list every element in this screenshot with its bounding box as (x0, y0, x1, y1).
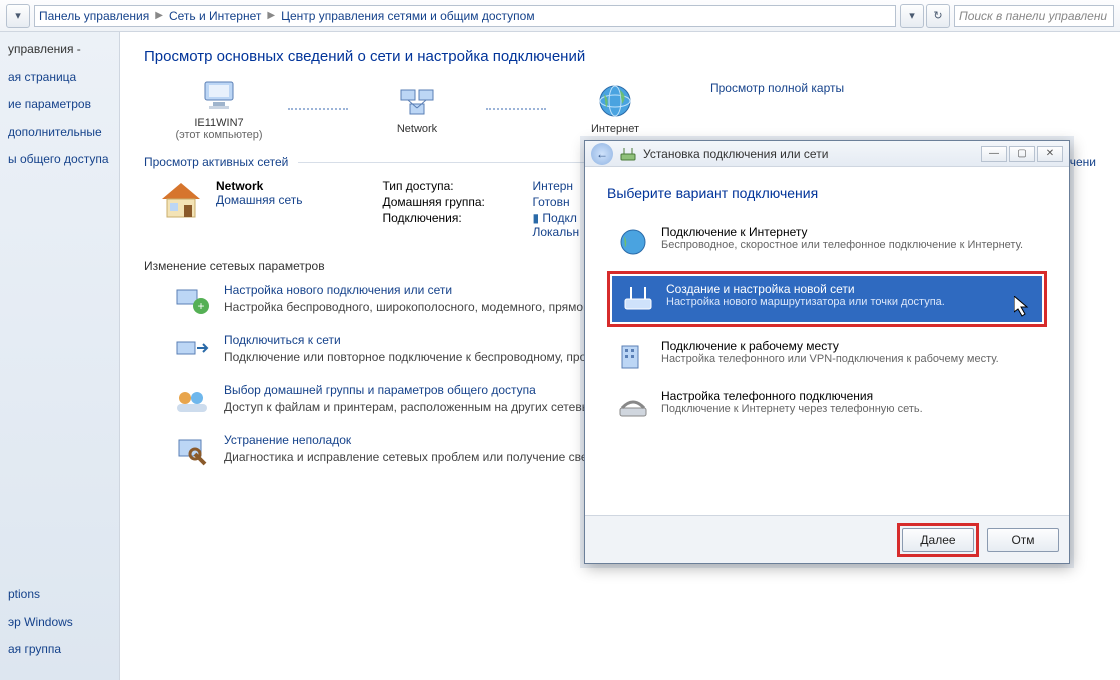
building-icon (615, 339, 651, 373)
search-input[interactable]: Поиск в панели управлени (954, 5, 1114, 27)
router-icon (620, 282, 656, 316)
cursor-icon (1014, 296, 1032, 318)
wizard-titlebar[interactable]: ← Установка подключения или сети — ▢ ✕ (585, 141, 1069, 167)
breadcrumb-item[interactable]: Сеть и Интернет (169, 9, 261, 23)
highlight-annotation: Создание и настройка новой сети Настройк… (607, 271, 1047, 327)
sidebar: управления - ая страница ие параметров д… (0, 32, 120, 680)
sidebar-link[interactable]: дополнительные (8, 125, 111, 141)
troubleshoot-icon (172, 433, 212, 469)
sidebar-link[interactable]: эр Windows (8, 615, 111, 631)
highlight-annotation: Далее (897, 523, 979, 557)
wizard-title: Выберите вариант подключения (607, 185, 1047, 201)
maximize-icon[interactable]: ▢ (1009, 146, 1035, 162)
house-icon (158, 179, 204, 221)
breadcrumb-item[interactable]: Центр управления сетями и общим доступом (281, 9, 535, 23)
option-subtitle: Настройка нового маршрутизатора или точк… (666, 296, 945, 308)
option-subtitle: Подключение к Интернету через телефонную… (661, 403, 923, 415)
address-bar: ▾ Панель управления ▶ Сеть и Интернет ▶ … (0, 0, 1120, 32)
wizard-option-internet[interactable]: Подключение к Интернету Беспроводное, ск… (607, 219, 1047, 265)
phone-icon (615, 389, 651, 423)
network-name: Network (216, 179, 302, 193)
wizard-options: Подключение к Интернету Беспроводное, ск… (607, 219, 1047, 429)
sidebar-link[interactable]: ая группа (8, 642, 111, 658)
kv-value[interactable]: Локальн (532, 225, 579, 239)
refresh-icon[interactable]: ↻ (926, 4, 950, 28)
homegroup-icon (172, 383, 212, 419)
kv-key: Подключения: (382, 211, 522, 239)
option-title: Настройка телефонного подключения (661, 389, 923, 403)
connection-line (288, 108, 348, 110)
wizard-header-text: Установка подключения или сети (643, 147, 828, 161)
kv-key: Домашняя группа: (382, 195, 522, 209)
option-title: Подключение к рабочему месту (661, 339, 999, 353)
search-placeholder: Поиск в панели управлени (959, 9, 1107, 23)
option-title: Создание и настройка новой сети (666, 282, 945, 296)
globe-icon (615, 225, 651, 259)
kv-value[interactable]: Подкл (542, 211, 576, 225)
computer-icon (199, 77, 239, 113)
sidebar-link[interactable]: ы общего доступа (8, 152, 111, 168)
connection-line (486, 108, 546, 110)
globe-icon (595, 83, 635, 119)
minimize-icon[interactable]: — (981, 146, 1007, 162)
breadcrumb[interactable]: Панель управления ▶ Сеть и Интернет ▶ Це… (34, 5, 896, 27)
svg-text:+: + (197, 299, 204, 313)
network-icon (397, 83, 437, 119)
active-network: Network Домашняя сеть (158, 179, 302, 239)
node-label: Network (362, 123, 472, 135)
option-title: Подключение к Интернету (661, 225, 1023, 239)
new-connection-icon: + (172, 283, 212, 319)
wizard-window: ← Установка подключения или сети — ▢ ✕ В… (584, 140, 1070, 564)
cancel-button[interactable]: Отм (987, 528, 1059, 552)
kv-value[interactable]: Готовн (532, 195, 579, 209)
sidebar-link[interactable]: ptions (8, 587, 111, 603)
section-header: Просмотр активных сетей (144, 155, 288, 169)
breadcrumb-item[interactable]: Панель управления (39, 9, 149, 23)
connect-network-icon (172, 333, 212, 369)
wizard-footer: Далее Отм (585, 515, 1069, 563)
network-map: IE11WIN7 (этот компьютер) Network Интерн… (144, 77, 690, 149)
back-icon[interactable]: ← (591, 143, 613, 165)
option-subtitle: Настройка телефонного или VPN-подключени… (661, 353, 999, 365)
kv-key: Тип доступа: (382, 179, 522, 193)
sidebar-link[interactable]: ая страница (8, 70, 111, 86)
kv-value: Интерн (532, 179, 579, 193)
node-sublabel: (этот компьютер) (164, 129, 274, 141)
close-icon[interactable]: ✕ (1037, 146, 1063, 162)
next-button[interactable]: Далее (902, 528, 974, 552)
history-dropdown-icon[interactable]: ▾ (900, 4, 924, 28)
nav-dropdown-icon[interactable]: ▾ (6, 4, 30, 28)
chevron-right-icon: ▶ (153, 10, 165, 21)
node-label: IE11WIN7 (164, 117, 274, 129)
wizard-option-dialup[interactable]: Настройка телефонного подключения Подклю… (607, 383, 1047, 429)
router-icon (619, 146, 637, 162)
network-details: Тип доступа: Интерн Домашняя группа: Гот… (382, 179, 579, 239)
page-title: Просмотр основных сведений о сети и наст… (144, 48, 1096, 65)
option-subtitle: Беспроводное, скоростное или телефонное … (661, 239, 1023, 251)
sidebar-link[interactable]: управления - (8, 42, 111, 58)
chevron-right-icon: ▶ (265, 10, 277, 21)
node-label: Интернет (560, 123, 670, 135)
wizard-option-new-network[interactable]: Создание и настройка новой сети Настройк… (612, 276, 1042, 322)
network-type-link[interactable]: Домашняя сеть (216, 193, 302, 207)
sidebar-link[interactable]: ие параметров (8, 97, 111, 113)
full-map-link[interactable]: Просмотр полной карты (710, 81, 844, 95)
wizard-option-workplace[interactable]: Подключение к рабочему месту Настройка т… (607, 333, 1047, 379)
signal-icon: ▮ (532, 211, 539, 225)
